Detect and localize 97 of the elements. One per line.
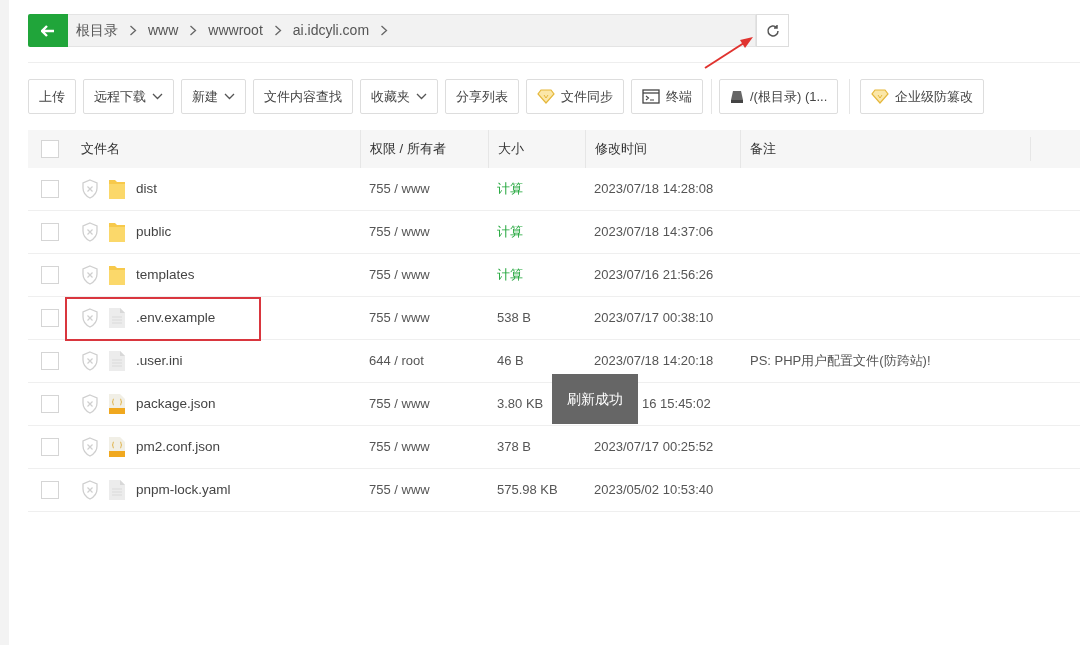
- table-row[interactable]: pnpm-lock.yaml 755 / www 575.98 KB 2023/05/02 10:53:40: [28, 469, 1080, 512]
- chevron-right-icon: [189, 25, 198, 36]
- shield-icon[interactable]: [81, 394, 99, 414]
- table-cell: 46 B: [497, 353, 524, 369]
- shield-icon[interactable]: [81, 308, 99, 328]
- file-icon: [108, 307, 126, 329]
- column-header[interactable]: 权限 / 所有者: [370, 139, 446, 159]
- shield-icon[interactable]: [81, 179, 99, 199]
- back-button[interactable]: [28, 14, 68, 47]
- checkbox[interactable]: [41, 140, 59, 158]
- folder-icon: [108, 221, 126, 243]
- toolbar-button[interactable]: 上传: [28, 79, 76, 114]
- table-cell: 755 / www: [369, 439, 430, 455]
- refresh-icon: [765, 23, 780, 38]
- annotation-arrow: [703, 36, 755, 70]
- shield-icon[interactable]: [81, 265, 99, 285]
- table-cell: 2023/07/18 14:37:06: [594, 224, 714, 240]
- table-cell: 755 / www: [369, 310, 430, 326]
- checkbox[interactable]: [41, 266, 59, 284]
- table-cell: 755 / www: [369, 267, 430, 283]
- toolbar-button[interactable]: 分享列表: [445, 79, 519, 114]
- file-icon: [108, 479, 126, 501]
- arrow-left-icon: [41, 24, 55, 37]
- table-row[interactable]: dist 755 / www 计算 2023/07/18 14:28:08: [28, 168, 1080, 211]
- chevron-right-icon: [380, 25, 389, 36]
- json-file-icon: [108, 393, 126, 415]
- chevron-right-icon: [129, 25, 137, 36]
- file-name[interactable]: dist: [136, 178, 157, 200]
- file-name[interactable]: templates: [136, 264, 195, 286]
- table-cell: 755 / www: [369, 224, 430, 240]
- toolbar-button[interactable]: 企业级防篡改: [860, 79, 985, 114]
- table-cell: 755 / www: [369, 482, 430, 498]
- toolbar-button[interactable]: 文件内容查找: [253, 79, 353, 114]
- table-cell: 378 B: [497, 439, 531, 455]
- table-cell: 575.98 KB: [497, 482, 558, 498]
- checkbox[interactable]: [41, 481, 59, 499]
- column-header[interactable]: 备注: [750, 139, 776, 159]
- folder-icon: [108, 178, 126, 200]
- table-cell: 755 / www: [369, 181, 430, 197]
- gem-icon: [871, 89, 890, 104]
- breadcrumb-link[interactable]: www: [148, 20, 179, 41]
- chevron-right-icon: [273, 25, 282, 36]
- file-name[interactable]: pnpm-lock.yaml: [136, 479, 231, 501]
- toolbar-button[interactable]: 文件同步: [526, 79, 624, 114]
- toolbar-button[interactable]: /(根目录) (1...: [719, 79, 839, 114]
- shield-icon[interactable]: [81, 480, 99, 500]
- table-cell: 2023/07/17 00:38:10: [594, 310, 714, 326]
- toolbar-button[interactable]: 终端: [631, 79, 703, 114]
- table-cell: 755 / www: [369, 396, 430, 412]
- shield-icon[interactable]: [81, 351, 99, 371]
- table-cell-text: PS: PHP用户配置文件(防跨站)!: [749, 352, 931, 371]
- toast-message: 刷新成功: [552, 374, 638, 424]
- folder-icon: [108, 264, 126, 286]
- column-header[interactable]: 文件名: [81, 139, 120, 159]
- shield-icon[interactable]: [81, 222, 99, 242]
- chevron-down-icon: [224, 93, 235, 100]
- table-cell: 644 / root: [369, 353, 424, 369]
- table-cell: 2023/07/17 00:25:52: [594, 439, 714, 455]
- checkbox[interactable]: [41, 309, 59, 327]
- checkbox[interactable]: [41, 223, 59, 241]
- json-file-icon: [108, 436, 126, 458]
- chevron-down-icon: [416, 93, 427, 100]
- disk-icon: [730, 89, 744, 104]
- column-header[interactable]: 修改时间: [595, 139, 647, 159]
- file-icon: [108, 350, 126, 372]
- table-cell: 16 15:45:02: [642, 396, 711, 412]
- table-row[interactable]: .env.example 755 / www 538 B 2023/07/17 00:38:10: [28, 297, 1080, 340]
- file-name[interactable]: package.json: [136, 393, 216, 415]
- table-cell: 2023/07/16 21:56:26: [594, 267, 714, 283]
- table-row[interactable]: templates 755 / www 计算 2023/07/16 21:56:26: [28, 254, 1080, 297]
- table-cell: 2023/07/18 14:20:18: [594, 353, 714, 369]
- file-name[interactable]: public: [136, 221, 172, 243]
- table-cell: 2023/07/18 14:28:08: [594, 181, 714, 197]
- terminal-icon: [642, 89, 660, 104]
- table-cell: 2023/05/02 10:53:40: [594, 482, 714, 498]
- shield-icon[interactable]: [81, 437, 99, 457]
- checkbox[interactable]: [41, 438, 59, 456]
- breadcrumb-link[interactable]: ai.idcyli.com: [292, 20, 370, 41]
- file-name[interactable]: .user.ini: [136, 350, 183, 372]
- column-header[interactable]: 大小: [498, 139, 524, 159]
- toolbar-button[interactable]: 新建: [181, 79, 246, 114]
- table-row[interactable]: pm2.conf.json 755 / www 378 B 2023/07/17 00:25:52: [28, 426, 1080, 469]
- table-cell: 538 B: [497, 310, 531, 326]
- chevron-down-icon: [152, 93, 163, 100]
- toolbar-button[interactable]: 远程下载: [83, 79, 174, 114]
- gem-icon: [537, 89, 555, 104]
- checkbox[interactable]: [41, 180, 59, 198]
- refresh-button[interactable]: [756, 14, 789, 47]
- checkbox[interactable]: [41, 395, 59, 413]
- breadcrumb-link[interactable]: 根目录: [76, 20, 118, 41]
- file-name[interactable]: pm2.conf.json: [136, 436, 221, 458]
- breadcrumb-link[interactable]: wwwroot: [208, 20, 263, 41]
- toolbar-button[interactable]: 收藏夹: [360, 79, 438, 114]
- table-row[interactable]: public 755 / www 计算 2023/07/18 14:37:06: [28, 211, 1080, 254]
- table-cell: 3.80 KB: [497, 396, 544, 412]
- file-name[interactable]: .env.example: [136, 307, 216, 329]
- checkbox[interactable]: [41, 352, 59, 370]
